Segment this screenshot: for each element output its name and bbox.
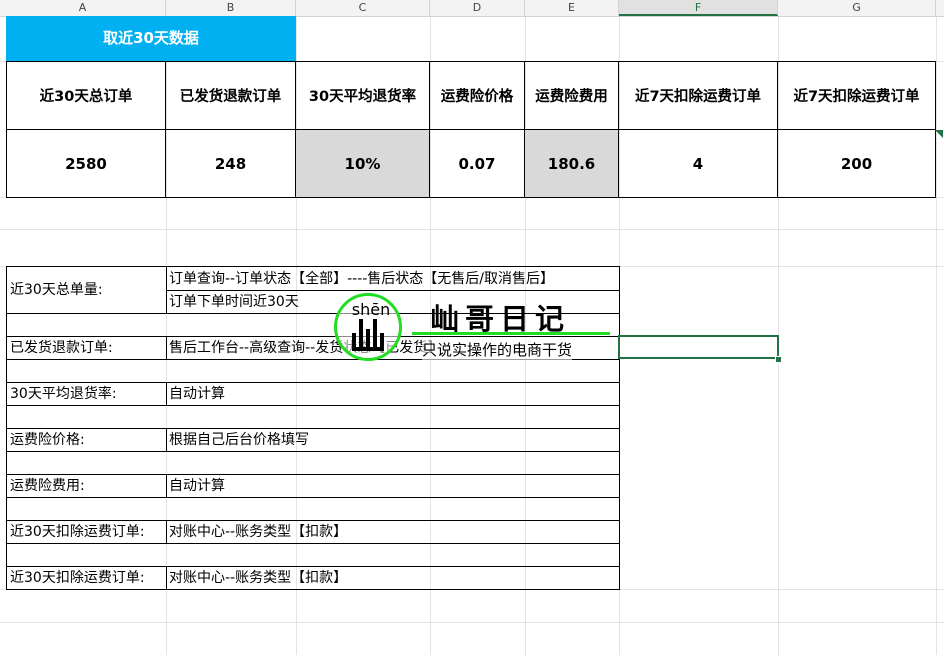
summary-value-refund-orders[interactable]: 248 xyxy=(166,130,296,198)
column-header-bar: A B C D E F G xyxy=(0,0,944,17)
column-header-f[interactable]: F xyxy=(619,0,778,16)
note-label-insurance-cost[interactable]: 运费险费用: xyxy=(6,474,167,498)
note-desc-total-orders-line1[interactable]: 订单查询--订单状态【全部】----售后状态【无售后/取消售后】 xyxy=(166,266,620,291)
comment-indicator-icon xyxy=(935,130,943,138)
note-desc-insurance-price[interactable]: 根据自己后台价格填写 xyxy=(166,428,620,452)
column-header-g[interactable]: G xyxy=(778,0,936,16)
spacer-row xyxy=(6,497,620,520)
summary-value-deduct-orders-g[interactable]: 200 xyxy=(778,130,936,198)
column-header-b[interactable]: B xyxy=(166,0,296,16)
column-header-d[interactable]: D xyxy=(430,0,525,16)
watermark-underline xyxy=(412,332,610,335)
date-range-banner: 取近30天数据 xyxy=(6,16,296,61)
summary-value-deduct-orders-f[interactable]: 4 xyxy=(619,130,778,198)
summary-value-insurance-price[interactable]: 0.07 xyxy=(430,130,525,198)
spacer-row xyxy=(6,405,620,428)
note-desc-insurance-cost[interactable]: 自动计算 xyxy=(166,474,620,498)
note-desc-return-rate[interactable]: 自动计算 xyxy=(166,382,620,406)
note-label-insurance-price[interactable]: 运费险价格: xyxy=(6,428,167,452)
watermark-tagline: 只说实操作的电商干货 xyxy=(422,339,573,360)
note-label-deduct-orders-2[interactable]: 近30天扣除运费订单: xyxy=(6,566,167,590)
spacer-row xyxy=(6,359,620,382)
summary-header-refund-orders[interactable]: 已发货退款订单 xyxy=(166,61,296,130)
note-label-refund-orders[interactable]: 已发货退款订单: xyxy=(6,336,167,360)
summary-header-deduct-orders-f[interactable]: 近7天扣除运费订单 xyxy=(619,61,778,130)
mountain-logo-icon xyxy=(352,319,384,351)
summary-header-return-rate[interactable]: 30天平均退货率 xyxy=(296,61,430,130)
summary-header-total-orders[interactable]: 近30天总订单 xyxy=(6,61,166,130)
note-label-return-rate[interactable]: 30天平均退货率: xyxy=(6,382,167,406)
spacer-row xyxy=(6,451,620,474)
summary-header-insurance-price[interactable]: 运费险价格 xyxy=(430,61,525,130)
summary-header-deduct-orders-g[interactable]: 近7天扣除运费订单 xyxy=(778,61,936,130)
summary-header-insurance-cost[interactable]: 运费险费用 xyxy=(525,61,619,130)
note-label-total-orders[interactable]: 近30天总单量: xyxy=(6,266,167,314)
active-cell-selection[interactable] xyxy=(618,335,779,359)
note-desc-deduct-orders-1[interactable]: 对账中心--账务类型【扣款】 xyxy=(166,520,620,544)
column-header-e[interactable]: E xyxy=(525,0,619,16)
spacer-row xyxy=(6,543,620,566)
note-label-deduct-orders-1[interactable]: 近30天扣除运费订单: xyxy=(6,520,167,544)
column-header-a[interactable]: A xyxy=(0,0,166,16)
summary-value-return-rate[interactable]: 10% xyxy=(296,130,430,198)
column-header-c[interactable]: C xyxy=(296,0,430,16)
summary-value-insurance-cost[interactable]: 180.6 xyxy=(525,130,619,198)
note-desc-deduct-orders-2[interactable]: 对账中心--账务类型【扣款】 xyxy=(166,566,620,590)
summary-value-total-orders[interactable]: 2580 xyxy=(6,130,166,198)
fill-handle[interactable] xyxy=(775,356,782,363)
